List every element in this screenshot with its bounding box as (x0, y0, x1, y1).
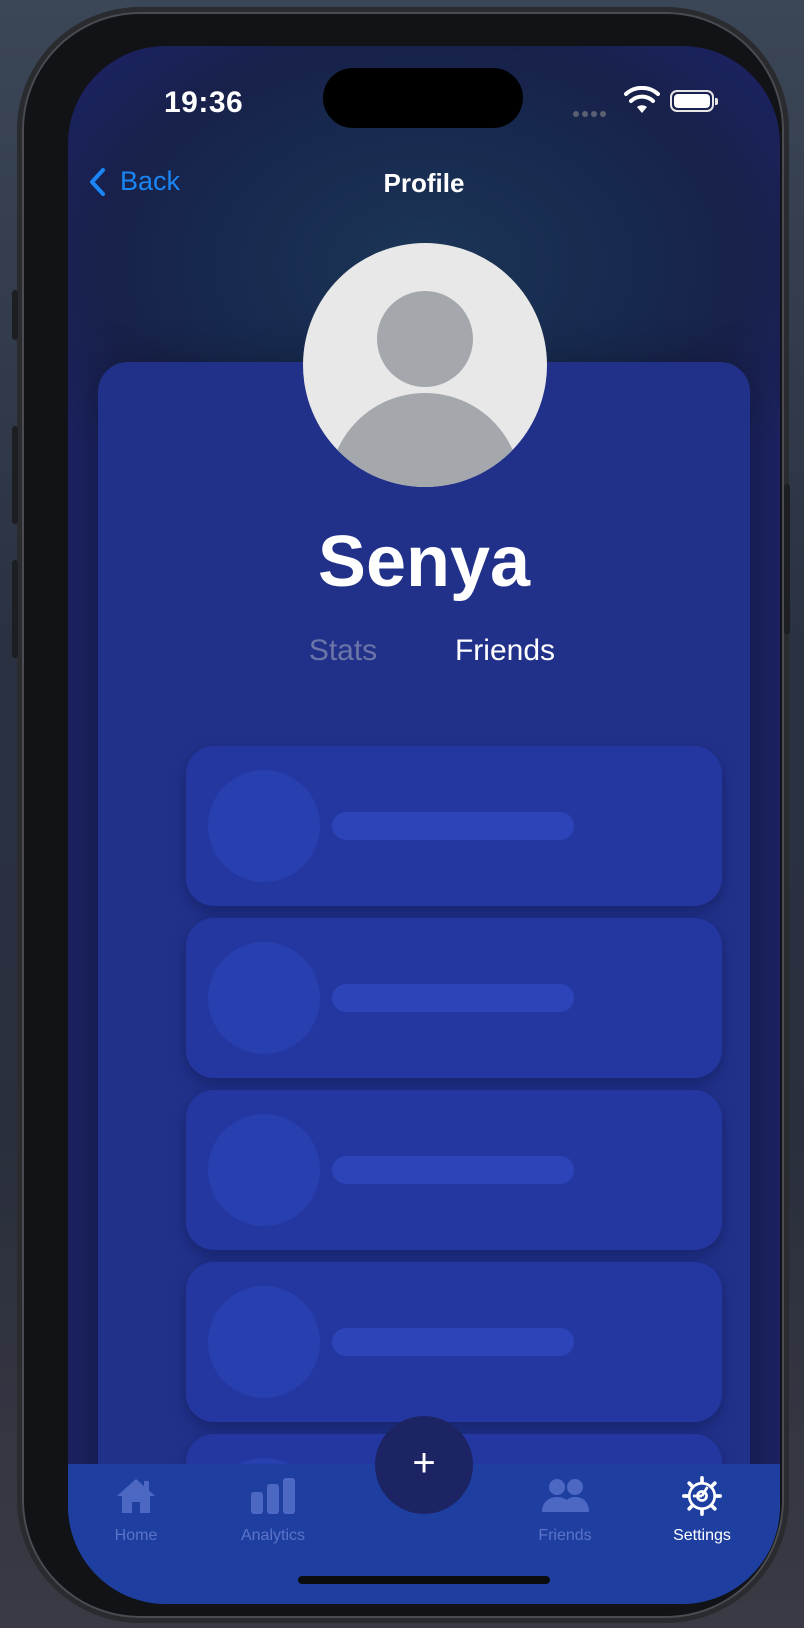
status-time: 19:36 (164, 86, 244, 119)
volume-down-button (12, 560, 18, 658)
friend-name-placeholder (332, 812, 574, 840)
friend-avatar-placeholder (208, 1286, 320, 1398)
tab-stats[interactable]: Stats (262, 634, 424, 668)
navigation-bar: Back Profile (68, 156, 780, 216)
status-bar: 19:36 (68, 46, 780, 156)
page-title: Profile (383, 168, 465, 198)
friend-placeholder-row[interactable] (186, 918, 722, 1078)
tab-bar-home[interactable]: Home (76, 1476, 196, 1545)
tab-friends[interactable]: Friends (424, 634, 586, 668)
home-indicator (298, 1576, 550, 1584)
friend-avatar-placeholder (208, 770, 320, 882)
wifi-icon (624, 86, 660, 113)
avatar-body-shape (329, 393, 521, 487)
friend-avatar-placeholder (208, 1114, 320, 1226)
profile-tabs: Stats Friends (262, 634, 586, 678)
friend-placeholder-row[interactable] (186, 1090, 722, 1250)
avatar-head-shape (377, 291, 473, 387)
mute-switch (12, 290, 18, 340)
house-icon (117, 1479, 155, 1513)
tab-bar-settings[interactable]: Settings (642, 1476, 762, 1545)
friend-avatar-placeholder (208, 942, 320, 1054)
friend-placeholder-row[interactable] (186, 746, 722, 906)
friend-name-placeholder (332, 984, 574, 1012)
gear-icon (682, 1476, 722, 1516)
battery-icon (670, 90, 718, 112)
profile-avatar[interactable] (303, 243, 547, 487)
bar-chart-icon (251, 1478, 295, 1514)
friend-name-placeholder (332, 1156, 574, 1184)
volume-up-button (12, 426, 18, 524)
people-icon (542, 1479, 589, 1512)
profile-username: Senya (317, 522, 531, 602)
signal-icon (573, 104, 609, 122)
tab-bar-friends-label: Friends (538, 1527, 592, 1544)
dynamic-island (323, 68, 523, 128)
tab-bar-settings-label: Settings (673, 1527, 731, 1544)
screen: 19:36 Back Profile Senya Stats Friends H… (68, 46, 780, 1604)
tab-bar-home-label: Home (114, 1527, 158, 1544)
friend-placeholder-row[interactable] (186, 1262, 722, 1422)
tab-bar-analytics-label: Analytics (240, 1527, 306, 1544)
tab-bar-analytics[interactable]: Analytics (213, 1476, 333, 1545)
add-button[interactable]: + (375, 1416, 473, 1514)
power-button (784, 484, 790, 634)
tab-bar-friends[interactable]: Friends (505, 1476, 625, 1545)
friend-name-placeholder (332, 1328, 574, 1356)
phone-frame: 19:36 Back Profile Senya Stats Friends H… (12, 12, 790, 1618)
